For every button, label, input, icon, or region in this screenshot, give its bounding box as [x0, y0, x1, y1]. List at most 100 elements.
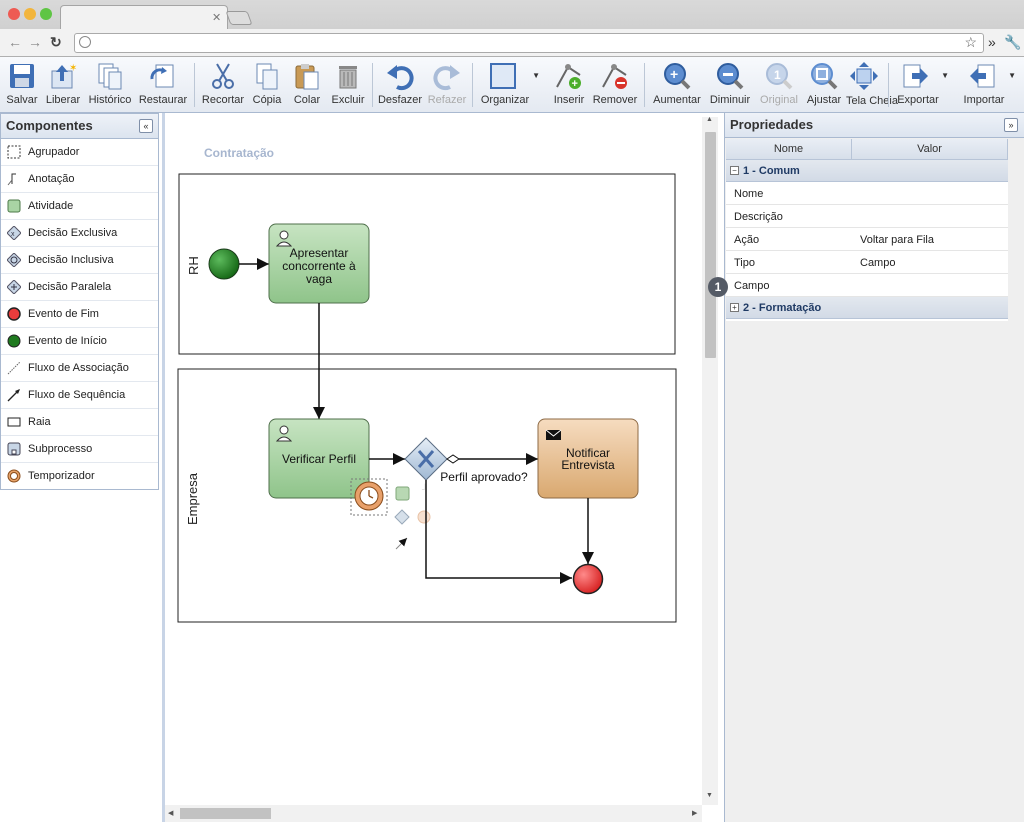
property-row[interactable]: Tipo Campo	[726, 251, 1008, 274]
task-label-line: Verificar Perfil	[282, 452, 356, 466]
property-row[interactable]: Campo	[726, 274, 1008, 297]
star-icon[interactable]: ☆	[964, 34, 977, 51]
start-event-icon	[7, 334, 21, 348]
task-apresentar-concorrente[interactable]: Apresentar concorrente à vaga	[268, 223, 370, 304]
restore-button[interactable]: Restaurar	[138, 57, 188, 113]
undo-button[interactable]: Desfazer	[376, 57, 424, 113]
column-header-value[interactable]: Valor	[852, 139, 1008, 160]
annotation-icon	[7, 173, 16, 186]
zoom-original-button[interactable]: 1 Original	[756, 57, 802, 113]
components-panel-header: Componentes	[1, 114, 158, 139]
start-event[interactable]	[208, 248, 240, 280]
component-item-evento-de-fim[interactable]: Evento de Fim	[1, 301, 158, 328]
component-item-decisao-paralela[interactable]: Decisão Paralela	[1, 274, 158, 301]
dropdown-arrow-icon[interactable]: ▼	[1008, 71, 1016, 80]
insert-button[interactable]: + Inserir	[548, 57, 590, 113]
url-field[interactable]: ☆	[74, 33, 984, 53]
zoom-in-button[interactable]: + Aumentar	[650, 57, 704, 113]
svg-text:✶: ✶	[69, 63, 77, 74]
component-item-evento-de-inicio[interactable]: Evento de Início	[1, 328, 158, 355]
copy-button[interactable]: Cópia	[248, 57, 286, 113]
history-button[interactable]: Histórico	[86, 57, 134, 113]
component-item-anotacao[interactable]: Anotação	[1, 166, 158, 193]
activity-icon[interactable]	[395, 486, 410, 501]
new-tab-button[interactable]	[225, 11, 253, 25]
close-tab-icon[interactable]: ✕	[212, 11, 221, 24]
save-icon	[10, 64, 34, 88]
horizontal-scroll-thumb[interactable]	[180, 808, 271, 819]
scroll-right-icon[interactable]: ▶	[692, 809, 697, 817]
component-item-raia[interactable]: Raia	[1, 409, 158, 436]
scroll-left-icon[interactable]: ◀	[168, 809, 173, 817]
redo-icon	[433, 65, 460, 91]
maximize-window-icon[interactable]	[40, 8, 52, 20]
expand-group-icon[interactable]: +	[730, 303, 739, 312]
component-item-fluxo-de-sequencia[interactable]: Fluxo de Sequência	[1, 382, 158, 409]
paste-button[interactable]: Colar	[288, 57, 326, 113]
zoom-out-button[interactable]: Diminuir	[706, 57, 754, 113]
app-toolbar: Salvar ✶ Liberar Histórico Restaurar Rec…	[0, 57, 1024, 113]
scroll-down-icon[interactable]: ▼	[706, 792, 713, 799]
task-notificar-entrevista[interactable]: Notificar Entrevista	[537, 418, 639, 499]
arrange-icon	[490, 63, 516, 89]
property-row[interactable]: Descrição	[726, 205, 1008, 228]
sequence-flow-icon	[7, 389, 20, 402]
component-item-fluxo-de-associacao[interactable]: Fluxo de Associação	[1, 355, 158, 382]
delete-button[interactable]: Excluir	[328, 57, 368, 113]
import-button[interactable]: ▼ Importar	[958, 57, 1018, 113]
end-event[interactable]	[572, 563, 604, 595]
arrange-button[interactable]: ▼ Organizar	[478, 57, 542, 113]
task-label-line: vaga	[306, 272, 332, 286]
history-icon	[98, 63, 122, 90]
cut-icon	[212, 63, 234, 89]
close-window-icon[interactable]	[8, 8, 20, 20]
task-label-line: Entrevista	[561, 458, 615, 472]
forward-icon[interactable]: →	[28, 34, 42, 50]
property-group-formatacao[interactable]: + 2 - Formatação	[726, 297, 1008, 319]
properties-title: Propriedades	[730, 117, 814, 132]
release-button[interactable]: ✶ Liberar	[44, 57, 82, 113]
svg-text:1: 1	[774, 68, 781, 82]
bpmn-diagram[interactable]: Contratação RH Empresa Apresentar concor…	[165, 113, 720, 803]
double-chevron-right-icon[interactable]: »	[1004, 118, 1018, 132]
annotation-icon[interactable]: ╯	[421, 483, 428, 496]
reload-icon[interactable]: ↻	[50, 34, 62, 51]
minimize-window-icon[interactable]	[24, 8, 36, 20]
trash-icon	[339, 66, 357, 89]
double-chevron-left-icon[interactable]: «	[139, 119, 153, 133]
extensions-chevron-icon[interactable]: »	[988, 34, 996, 50]
task-verificar-perfil[interactable]: Verificar Perfil	[268, 418, 370, 499]
browser-chrome: ✕ ← → ↻ ☆ » 🔧	[0, 0, 1024, 57]
component-item-subprocesso[interactable]: Subprocesso	[1, 436, 158, 463]
dropdown-arrow-icon[interactable]: ▼	[941, 71, 949, 80]
timer-icon[interactable]	[354, 481, 384, 511]
diagram-canvas[interactable]: Contratação RH Empresa Apresentar concor…	[162, 113, 720, 822]
property-row[interactable]: Nome	[726, 182, 1008, 205]
save-button[interactable]: Salvar	[3, 57, 41, 113]
step-badge: 1	[708, 277, 728, 297]
collapse-group-icon[interactable]: −	[730, 166, 739, 175]
back-icon[interactable]: ←	[8, 34, 22, 50]
export-button[interactable]: ▼ Exportar	[893, 57, 951, 113]
cut-button[interactable]: Recortar	[200, 57, 246, 113]
property-row[interactable]: Ação Voltar para Fila	[726, 228, 1008, 251]
wrench-icon[interactable]: 🔧	[1004, 34, 1021, 51]
scroll-up-icon[interactable]: ▲	[706, 116, 713, 123]
inclusive-gateway-icon	[7, 253, 21, 267]
component-item-agrupador[interactable]: Agrupador	[1, 139, 158, 166]
column-header-name[interactable]: Nome	[726, 139, 852, 160]
property-group-comum[interactable]: − 1 - Comum	[726, 160, 1008, 182]
component-item-decisao-exclusiva[interactable]: x Decisão Exclusiva	[1, 220, 158, 247]
browser-tab[interactable]	[60, 5, 228, 29]
vertical-scroll-thumb[interactable]	[705, 132, 716, 358]
dropdown-arrow-icon[interactable]: ▼	[532, 71, 540, 80]
component-item-temporizador[interactable]: Temporizador	[1, 463, 158, 490]
remove-button[interactable]: Remover	[592, 57, 638, 113]
fullscreen-button[interactable]: Tela Cheia	[846, 57, 898, 113]
component-item-atividade[interactable]: Atividade	[1, 193, 158, 220]
zoom-fit-button[interactable]: Ajustar	[804, 57, 844, 113]
component-item-decisao-inclusiva[interactable]: Decisão Inclusiva	[1, 247, 158, 274]
task-label-line: Apresentar	[290, 246, 349, 260]
end-event-icon[interactable]	[417, 510, 431, 524]
redo-button[interactable]: Refazer	[426, 57, 468, 113]
